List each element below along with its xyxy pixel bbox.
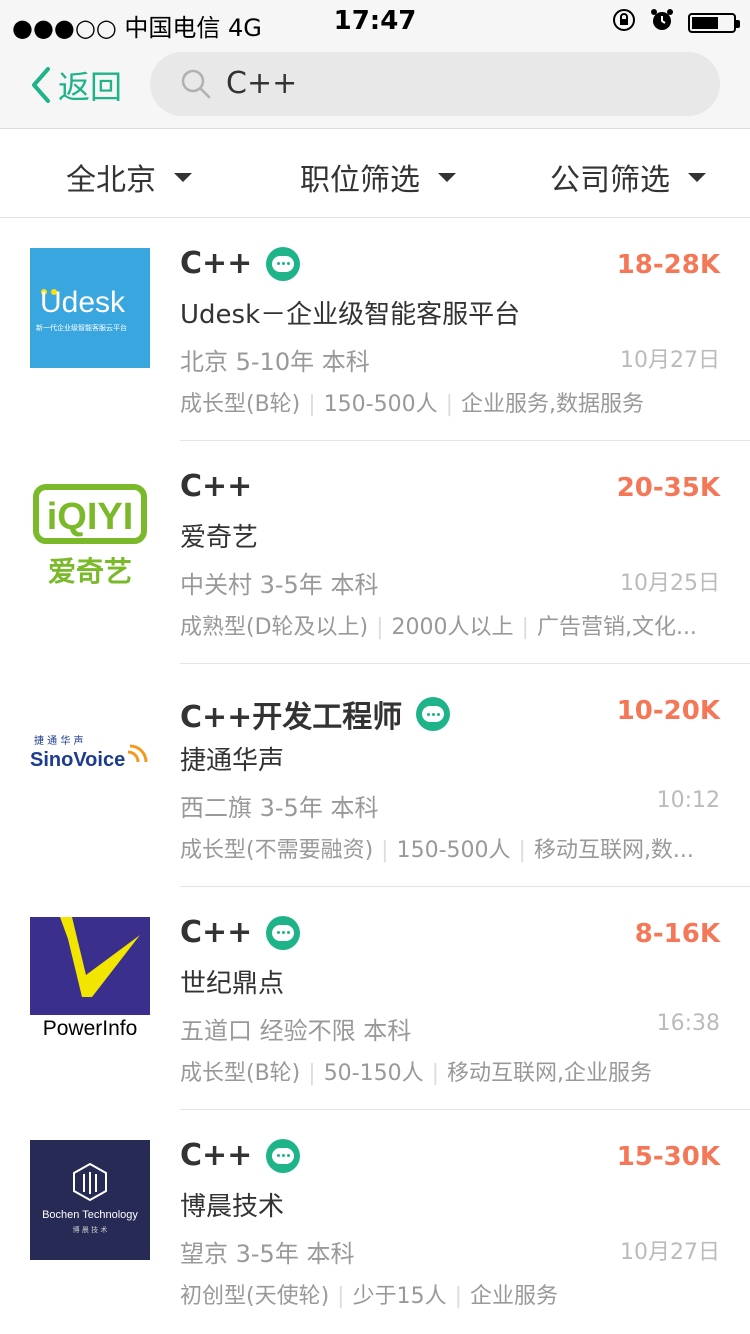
sinovoice-logo: 捷 通 华 声 SinoVoice [30,694,150,814]
filter-location[interactable]: 全北京 [66,155,192,199]
company-tags: 成熟型(D轮及以上) | 2000人以上 | 广告营销,文化... [180,615,697,640]
salary: 20-35K [616,473,720,503]
search-input[interactable]: C++ [150,52,720,116]
tag-industry: 广告营销,文化... [536,615,697,640]
search-query: C++ [226,66,298,101]
job-title: C++ [180,469,253,504]
job-title-row: C++开发工程师 [180,692,451,736]
job-meta: 北京 5-10年 本科 [180,348,370,376]
tag-industry: 企业服务 [470,1284,559,1309]
rotation-lock-icon [612,8,636,38]
job-item[interactable]: PowerInfo C++ 8-16K 世纪鼎点 五道口 经验不限 本科 16:… [0,887,750,1110]
svg-text:博 晨 技 术: 博 晨 技 术 [73,1225,108,1234]
filter-company[interactable]: 公司筛选 [550,155,706,199]
company-name: 捷通华声 [180,746,285,776]
company-tags: 成长型(B轮) | 150-500人 | 企业服务,数据服务 [180,392,645,417]
tag-stage: 成长型(不需要融资) [180,838,374,863]
job-meta: 五道口 经验不限 本科 [180,1017,412,1045]
chat-icon [266,915,301,950]
svg-text:PowerInfo: PowerInfo [43,1017,138,1037]
svg-text:iQIYI: iQIYI [47,496,134,538]
tag-size: 150-500人 [396,838,511,863]
post-date: 10月27日 [620,1240,720,1265]
caret-down-icon [174,172,192,182]
svg-text:SinoVoice: SinoVoice [30,749,125,771]
job-title-row: C++ [180,915,301,950]
job-item[interactable]: Bochen Technology 博 晨 技 术 C++ 15-30K 博晨技… [0,1110,750,1333]
back-button[interactable]: 返回 [30,62,122,108]
status-icons [612,8,740,38]
job-title-row: C++ [180,469,252,504]
salary: 15-30K [616,1142,720,1172]
job-title: C++开发工程师 [180,700,403,735]
salary: 10-20K [616,696,720,726]
nav-bar: 返回 C++ [0,40,750,129]
job-meta: 西二旗 3-5年 本科 [180,794,379,822]
filter-position-label: 职位筛选 [300,163,420,198]
post-date: 10月25日 [620,571,720,596]
caret-down-icon [688,172,706,182]
job-meta: 望京 3-5年 本科 [180,1240,355,1268]
tag-industry: 企业服务,数据服务 [461,392,645,417]
company-name: 博晨技术 [180,1192,285,1222]
tag-stage: 成长型(B轮) [180,392,301,417]
company-name: 爱奇艺 [180,523,259,553]
iqiyi-logo: iQIYI 爱奇艺 [30,471,150,591]
back-label: 返回 [58,68,123,106]
job-title: C++ [180,246,253,281]
company-tags: 成长型(B轮) | 50-150人 | 移动互联网,企业服务 [180,1061,653,1086]
tag-size: 少于15人 [352,1284,447,1309]
powerinfo-logo: PowerInfo [30,917,150,1037]
status-bar: ●●●○○ 中国电信 4G 17:47 [0,0,750,42]
job-list: Udesk 新一代企业级智能客服云平台 C++ 18-28K Udesk－企业级… [0,218,750,1333]
post-date: 16:38 [656,1011,720,1036]
job-item[interactable]: iQIYI 爱奇艺 C++ 20-35K 爱奇艺 中关村 3-5年 本科 10月… [0,441,750,664]
filter-bar: 全北京 职位筛选 公司筛选 [0,129,750,218]
tag-stage: 成长型(B轮) [180,1061,301,1086]
svg-text:Udesk: Udesk [40,286,126,319]
filter-location-label: 全北京 [66,163,156,198]
chat-icon [266,246,301,281]
post-date: 10月27日 [620,348,720,373]
chat-icon [416,697,451,731]
tag-stage: 初创型(天使轮) [180,1284,330,1309]
bochen-logo: Bochen Technology 博 晨 技 术 [30,1140,150,1260]
job-title: C++ [180,915,253,950]
tag-industry: 移动互联网,企业服务 [447,1061,653,1086]
chat-icon [266,1138,301,1173]
battery-icon [688,13,740,33]
alarm-icon [650,8,674,38]
job-title-row: C++ [180,246,301,281]
job-meta: 中关村 3-5年 本科 [180,571,379,599]
company-name: 世纪鼎点 [180,969,285,999]
salary: 18-28K [616,250,720,280]
salary: 8-16K [634,919,720,949]
tag-size: 150-500人 [323,392,438,417]
tag-size: 50-150人 [323,1061,424,1086]
company-tags: 成长型(不需要融资) | 150-500人 | 移动互联网,数... [180,838,694,863]
filter-company-label: 公司筛选 [550,163,670,198]
job-item[interactable]: 捷 通 华 声 SinoVoice C++开发工程师 10-20K 捷通华声 西… [0,664,750,887]
company-name: Udesk－企业级智能客服平台 [180,300,521,330]
udesk-logo: Udesk 新一代企业级智能客服云平台 [30,248,150,368]
svg-text:捷 通 华 声: 捷 通 华 声 [34,734,84,747]
tag-size: 2000人以上 [391,615,514,640]
svg-text:新一代企业级智能客服云平台: 新一代企业级智能客服云平台 [36,323,127,332]
tag-industry: 移动互联网,数... [533,838,694,863]
company-tags: 初创型(天使轮) | 少于15人 | 企业服务 [180,1284,559,1309]
job-title-row: C++ [180,1138,301,1173]
svg-text:Bochen Technology: Bochen Technology [42,1209,138,1221]
post-date: 10:12 [656,788,720,813]
tag-stage: 成熟型(D轮及以上) [180,615,369,640]
svg-text:爱奇艺: 爱奇艺 [48,555,132,588]
filter-position[interactable]: 职位筛选 [300,155,456,199]
chevron-left-icon [32,67,50,103]
job-item[interactable]: Udesk 新一代企业级智能客服云平台 C++ 18-28K Udesk－企业级… [0,218,750,441]
job-title: C++ [180,1138,253,1173]
caret-down-icon [438,172,456,182]
search-icon [181,69,211,99]
